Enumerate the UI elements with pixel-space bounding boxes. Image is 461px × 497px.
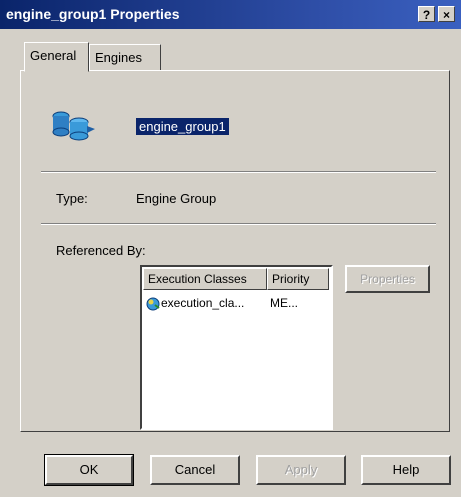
help-button[interactable]: Help <box>361 455 451 485</box>
close-icon[interactable]: × <box>438 6 455 22</box>
properties-button[interactable]: Properties <box>345 265 430 293</box>
window-title: engine_group1 Properties <box>6 6 180 22</box>
referenced-by-list[interactable]: Execution Classes Priority execution_cla… <box>140 265 333 430</box>
title-bar[interactable]: engine_group1 Properties ? × <box>0 0 461 29</box>
properties-dialog: engine_group1 Properties ? × General Eng… <box>0 0 461 497</box>
execution-class-icon <box>146 297 160 311</box>
type-label: Type: <box>56 191 88 206</box>
execution-class-priority: ME... <box>270 296 299 310</box>
divider <box>41 171 436 173</box>
execution-class-name: execution_cla... <box>161 296 245 310</box>
referenced-by-label: Referenced By: <box>56 243 146 258</box>
type-value: Engine Group <box>136 191 217 206</box>
tab-general[interactable]: General <box>24 42 89 72</box>
apply-button[interactable]: Apply <box>256 455 346 485</box>
engine-group-icon <box>52 111 95 141</box>
help-icon[interactable]: ? <box>418 6 435 22</box>
column-header-execution-classes[interactable]: Execution Classes <box>143 268 267 290</box>
divider <box>41 223 436 225</box>
column-header-priority[interactable]: Priority <box>267 268 329 290</box>
cancel-button[interactable]: Cancel <box>150 455 240 485</box>
list-item[interactable]: execution_cla... ME... <box>145 294 329 314</box>
ok-button[interactable]: OK <box>44 454 134 486</box>
group-name[interactable]: engine_group1 <box>136 118 229 135</box>
tab-engines[interactable]: Engines <box>89 44 161 71</box>
